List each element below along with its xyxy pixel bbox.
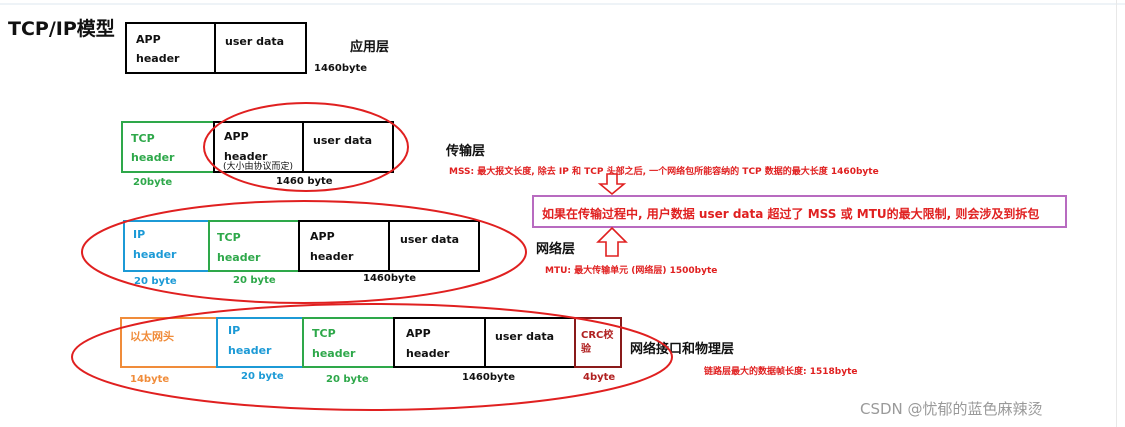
down-arrow-icon — [597, 173, 627, 196]
network-highlight-ellipse — [81, 200, 527, 304]
transport-highlight-ellipse — [203, 102, 409, 192]
link-highlight-ellipse — [71, 303, 673, 411]
csdn-watermark: CSDN @忧郁的蓝色麻辣烫 — [860, 400, 1043, 418]
up-arrow-icon — [596, 226, 628, 257]
annotation-overlay — [71, 102, 673, 411]
